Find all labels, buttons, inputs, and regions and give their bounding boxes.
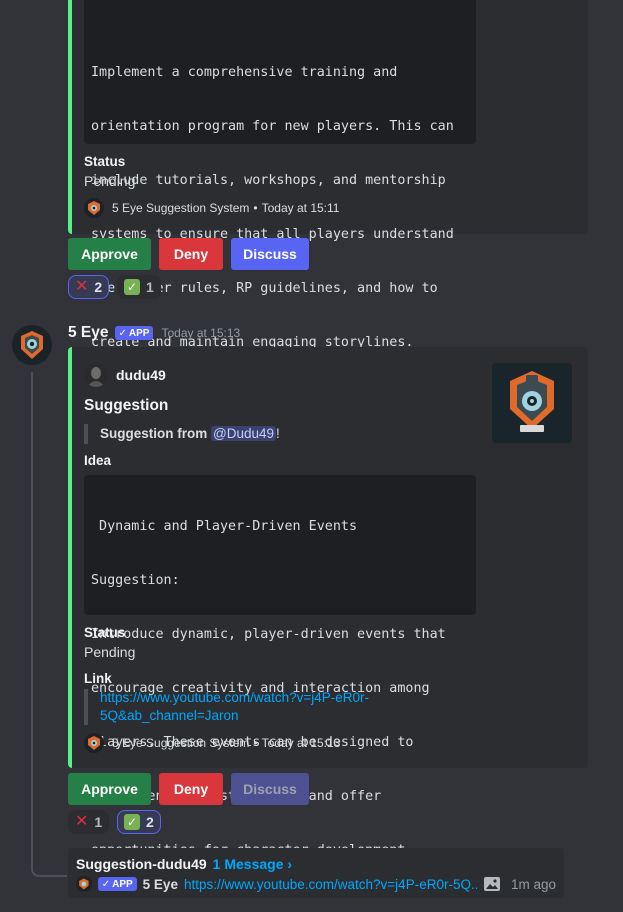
code-line: Implement a comprehensive training and [91, 65, 398, 80]
code-line: Introduce dynamic, player-driven events … [91, 627, 446, 642]
reaction-count: 1 [146, 279, 154, 295]
code-line: orientation program for new players. Thi… [91, 119, 454, 134]
check-mark-icon: ✓ [124, 279, 140, 295]
embed-thumbnail[interactable] [492, 363, 572, 443]
cross-mark-icon: ✕ [75, 813, 89, 830]
user-mention[interactable]: @Dudu49 [211, 426, 276, 441]
app-badge-label: APP [128, 327, 150, 339]
status-label: Status [84, 625, 126, 640]
footer-time: Today at 15:11 [261, 201, 340, 215]
footer-text: 5 Eye Suggestion System [112, 201, 250, 215]
embed-accent-bar [68, 0, 72, 234]
status-value: Pending [84, 173, 136, 189]
status-value: Pending [84, 644, 136, 660]
thread-author: 5 Eye [142, 876, 178, 892]
reaction-count: 2 [94, 279, 103, 295]
footer-sep: • [253, 736, 258, 750]
message-header: 5 Eye ✓ APP Today at 15:13 [68, 324, 240, 342]
reaction-x[interactable]: ✕ 1 [68, 810, 110, 834]
reaction-count: 1 [94, 814, 103, 830]
link-label: Link [84, 671, 112, 686]
thread-preview[interactable]: Suggestion-dudu49 1 Message › ✓ APP 5 Eye… [68, 848, 564, 898]
author-name[interactable]: 5 Eye [68, 324, 109, 342]
verified-check-icon: ✓ [101, 878, 111, 890]
app-badge: ✓ APP [114, 326, 154, 340]
code-line: Dynamic and Player-Driven Events [91, 519, 358, 534]
code-line: include tutorials, workshops, and mentor… [91, 173, 446, 188]
embed-quote: Suggestion from @Dudu49! [84, 424, 280, 444]
thread-preview-text: https://www.youtube.com/watch?v=j4P-eR0r… [183, 876, 477, 892]
approve-button[interactable]: Approve [68, 773, 151, 805]
thread-time: 1m ago [510, 876, 556, 892]
app-badge-label: APP [112, 878, 133, 890]
check-mark-icon: ✓ [124, 814, 140, 830]
quote-suffix: ! [276, 426, 280, 441]
reaction-check[interactable]: ✓ 2 [117, 810, 161, 834]
embed-author-name[interactable]: dudu49 [116, 367, 166, 383]
bot-avatar-small [84, 198, 104, 218]
cross-mark-icon: ✕ [75, 278, 89, 295]
app-badge: ✓ APP [97, 877, 137, 891]
thread-header: Suggestion-dudu49 1 Message › [76, 856, 292, 872]
youtube-link-cont[interactable]: 5Q&ab_channel=Jaron [100, 707, 369, 725]
author-avatar[interactable] [84, 363, 108, 387]
approve-button[interactable]: Approve [68, 238, 151, 270]
embed-title: Suggestion [84, 397, 169, 414]
footer-text: 5 Eye Suggestion System [112, 736, 250, 750]
youtube-link[interactable]: https://www.youtube.com/watch?v=j4P-eR0r… [100, 689, 369, 707]
thread-message-count[interactable]: 1 Message › [213, 856, 292, 872]
code-block: Implement a comprehensive training and o… [84, 0, 476, 350]
reaction-check[interactable]: ✓ 1 [117, 275, 161, 299]
status-label: Status [84, 154, 126, 169]
verified-check-icon: ✓ [118, 327, 127, 339]
idea-label: Idea [84, 453, 112, 468]
message-timestamp: Today at 15:13 [161, 326, 241, 340]
embed-footer: 5 Eye Suggestion System • Today at 15:11 [84, 198, 339, 218]
deny-button[interactable]: Deny [159, 773, 223, 805]
link-quote: https://www.youtube.com/watch?v=j4P-eR0r… [84, 689, 369, 725]
discuss-button[interactable]: Discuss [231, 238, 309, 270]
footer-time: Today at 15:13 [261, 736, 341, 750]
footer-sep: • [253, 201, 258, 215]
quote-prefix: Suggestion from [100, 426, 211, 441]
discuss-button-disabled: Discuss [231, 773, 309, 805]
thread-name[interactable]: Suggestion-dudu49 [76, 856, 207, 872]
code-line: Suggestion: [91, 573, 180, 588]
code-block: Dynamic and Player-Driven Events Suggest… [84, 475, 476, 858]
bot-avatar-small [84, 733, 104, 753]
embed-footer: 5 Eye Suggestion System • Today at 15:13 [84, 733, 340, 753]
thread-last-message: ✓ APP 5 Eye https://www.youtube.com/watch… [76, 876, 556, 892]
deny-button[interactable]: Deny [159, 238, 223, 270]
bot-avatar[interactable] [12, 325, 52, 365]
reaction-count: 2 [146, 814, 154, 830]
embed-author: dudu49 [84, 363, 166, 387]
reaction-x[interactable]: ✕ 2 [68, 275, 110, 299]
image-icon [483, 876, 501, 892]
thread-connector [31, 372, 67, 877]
embed-accent-bar [68, 347, 72, 768]
bot-avatar-tiny [76, 876, 92, 892]
